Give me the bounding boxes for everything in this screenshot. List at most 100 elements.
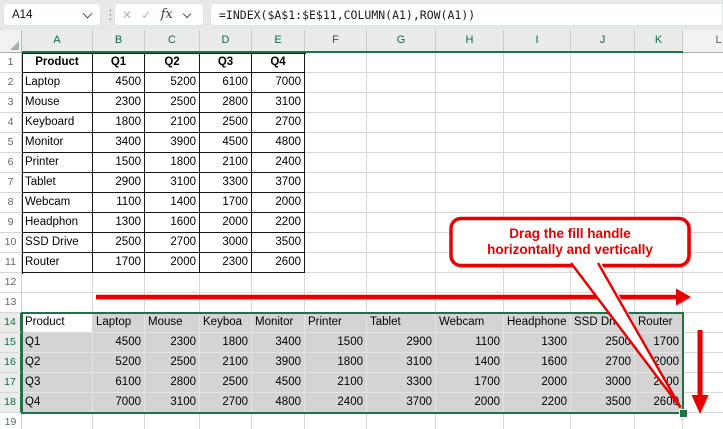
- cell-B11[interactable]: 1700: [93, 253, 145, 273]
- row-header-10[interactable]: 10: [0, 233, 22, 253]
- cancel-icon[interactable]: ✕: [122, 8, 132, 22]
- cell-D11[interactable]: 2300: [200, 253, 252, 273]
- cell-I6[interactable]: [504, 153, 571, 173]
- cell-D15[interactable]: 1800: [200, 333, 252, 353]
- cell-D14[interactable]: Keyboa: [200, 313, 252, 333]
- cell-H14[interactable]: Webcam: [436, 313, 504, 333]
- cell-H2[interactable]: [436, 73, 504, 93]
- cell-F4[interactable]: [305, 113, 367, 133]
- row-header-18[interactable]: 18: [0, 393, 22, 413]
- cell-G6[interactable]: [367, 153, 436, 173]
- cell-D6[interactable]: 2100: [200, 153, 252, 173]
- row-header-16[interactable]: 16: [0, 353, 22, 373]
- cell-F6[interactable]: [305, 153, 367, 173]
- cell-E4[interactable]: 2700: [252, 113, 305, 133]
- cell-C3[interactable]: 2500: [145, 93, 200, 113]
- cell-C15[interactable]: 2300: [145, 333, 200, 353]
- row-header-11[interactable]: 11: [0, 253, 22, 273]
- cell-L17[interactable]: [683, 373, 723, 393]
- column-header-h[interactable]: H: [436, 30, 504, 53]
- cell-F10[interactable]: [305, 233, 367, 253]
- cell-J7[interactable]: [571, 173, 635, 193]
- cell-D5[interactable]: 4500: [200, 133, 252, 153]
- cell-L7[interactable]: [683, 173, 723, 193]
- cell-C5[interactable]: 3900: [145, 133, 200, 153]
- cell-B2[interactable]: 4500: [93, 73, 145, 93]
- cell-D2[interactable]: 6100: [200, 73, 252, 93]
- cell-H19[interactable]: [436, 413, 504, 429]
- cell-A14[interactable]: Product: [22, 313, 93, 333]
- cell-E19[interactable]: [252, 413, 305, 429]
- cell-A12[interactable]: [22, 273, 93, 293]
- cell-L15[interactable]: [683, 333, 723, 353]
- cell-A7[interactable]: Tablet: [22, 173, 93, 193]
- cell-A6[interactable]: Printer: [22, 153, 93, 173]
- cell-A8[interactable]: Webcam: [22, 193, 93, 213]
- cell-E2[interactable]: 7000: [252, 73, 305, 93]
- cell-A15[interactable]: Q1: [22, 333, 93, 353]
- cell-F17[interactable]: 2100: [305, 373, 367, 393]
- cell-G17[interactable]: 3300: [367, 373, 436, 393]
- row-header-2[interactable]: 2: [0, 73, 22, 93]
- cell-G5[interactable]: [367, 133, 436, 153]
- cell-J14[interactable]: SSD Drive: [571, 313, 635, 333]
- cell-J15[interactable]: 2500: [571, 333, 635, 353]
- cell-G16[interactable]: 3100: [367, 353, 436, 373]
- cell-L4[interactable]: [683, 113, 723, 133]
- cell-F1[interactable]: [305, 53, 367, 73]
- cell-B9[interactable]: 1300: [93, 213, 145, 233]
- cell-H9[interactable]: [436, 213, 504, 233]
- cell-J12[interactable]: [571, 273, 635, 293]
- cell-I12[interactable]: [504, 273, 571, 293]
- cell-J2[interactable]: [571, 73, 635, 93]
- cell-H6[interactable]: [436, 153, 504, 173]
- column-header-f[interactable]: F: [305, 30, 367, 53]
- cell-C17[interactable]: 2800: [145, 373, 200, 393]
- cell-K14[interactable]: Router: [635, 313, 683, 333]
- row-header-17[interactable]: 17: [0, 373, 22, 393]
- cell-K8[interactable]: [635, 193, 683, 213]
- cell-E12[interactable]: [252, 273, 305, 293]
- cell-J9[interactable]: [571, 213, 635, 233]
- cell-H3[interactable]: [436, 93, 504, 113]
- cell-B5[interactable]: 3400: [93, 133, 145, 153]
- cell-L2[interactable]: [683, 73, 723, 93]
- cell-C1[interactable]: Q2: [145, 53, 200, 73]
- cell-F18[interactable]: 2400: [305, 393, 367, 413]
- row-header-3[interactable]: 3: [0, 93, 22, 113]
- cell-G3[interactable]: [367, 93, 436, 113]
- cell-K12[interactable]: [635, 273, 683, 293]
- cell-F3[interactable]: [305, 93, 367, 113]
- cell-B18[interactable]: 7000: [93, 393, 145, 413]
- cell-G13[interactable]: [367, 293, 436, 313]
- cell-D3[interactable]: 2800: [200, 93, 252, 113]
- column-header-g[interactable]: G: [367, 30, 436, 53]
- cell-H13[interactable]: [436, 293, 504, 313]
- cell-L10[interactable]: [683, 233, 723, 253]
- cell-B4[interactable]: 1800: [93, 113, 145, 133]
- cell-H1[interactable]: [436, 53, 504, 73]
- cell-L13[interactable]: [683, 293, 723, 313]
- cell-C12[interactable]: [145, 273, 200, 293]
- cell-D8[interactable]: 1700: [200, 193, 252, 213]
- cell-L6[interactable]: [683, 153, 723, 173]
- cell-J17[interactable]: 3000: [571, 373, 635, 393]
- cell-C16[interactable]: 2500: [145, 353, 200, 373]
- row-header-14[interactable]: 14: [0, 313, 22, 333]
- cell-J11[interactable]: [571, 253, 635, 273]
- cell-H15[interactable]: 1100: [436, 333, 504, 353]
- column-header-l[interactable]: L: [683, 30, 723, 53]
- cell-F14[interactable]: Printer: [305, 313, 367, 333]
- cell-D10[interactable]: 3000: [200, 233, 252, 253]
- cell-D16[interactable]: 2100: [200, 353, 252, 373]
- cell-G2[interactable]: [367, 73, 436, 93]
- cell-E10[interactable]: 3500: [252, 233, 305, 253]
- name-box-dropdown-icon[interactable]: [83, 8, 93, 18]
- cell-G7[interactable]: [367, 173, 436, 193]
- cell-E8[interactable]: 2000: [252, 193, 305, 213]
- cell-C18[interactable]: 3100: [145, 393, 200, 413]
- cell-B6[interactable]: 1500: [93, 153, 145, 173]
- cell-I16[interactable]: 1600: [504, 353, 571, 373]
- cell-C19[interactable]: [145, 413, 200, 429]
- column-header-k[interactable]: K: [635, 30, 683, 53]
